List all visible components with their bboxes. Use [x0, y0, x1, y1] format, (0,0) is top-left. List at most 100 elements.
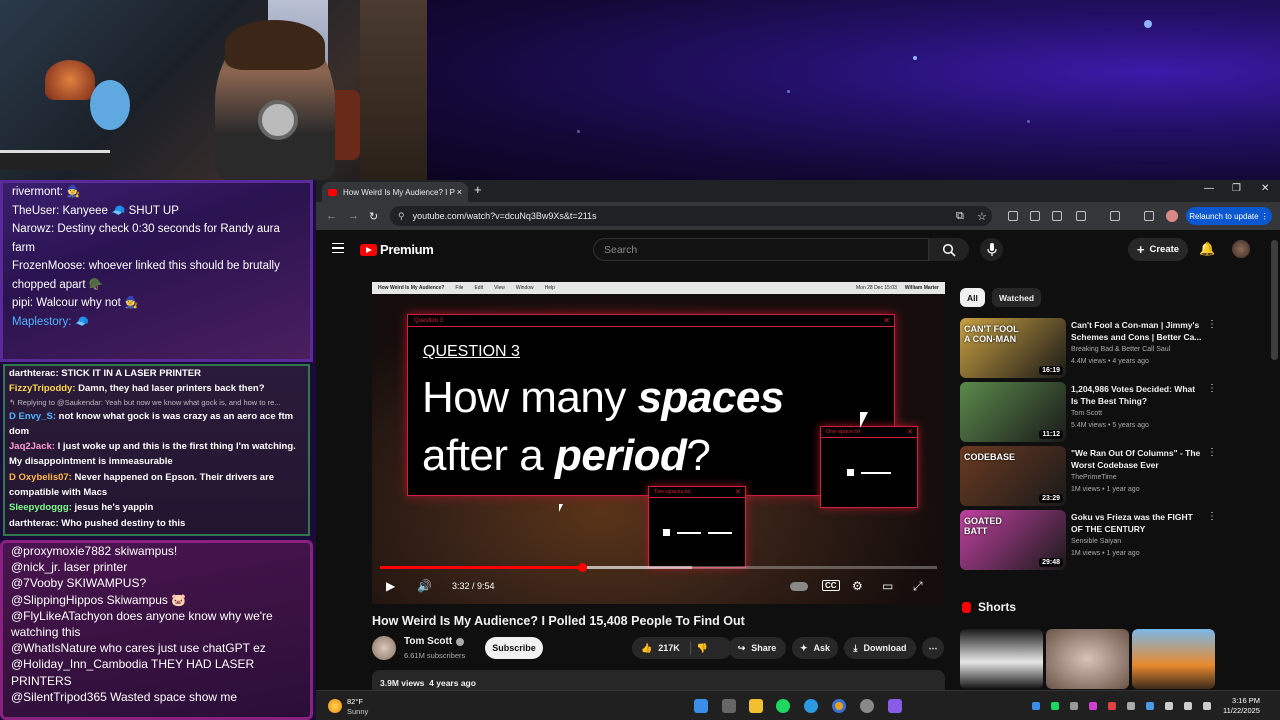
chrome-icon[interactable] — [832, 699, 846, 713]
notifications-bell-icon[interactable]: 🔔 — [1199, 241, 1215, 257]
weather-sun-icon[interactable] — [328, 699, 342, 713]
volume-tray-icon[interactable] — [1203, 702, 1211, 710]
wifi-icon[interactable] — [1184, 702, 1192, 710]
chip-watched[interactable]: Watched — [992, 288, 1042, 307]
ask-button[interactable]: ✦ Ask — [792, 637, 838, 659]
share-button[interactable]: ↪ Share — [728, 637, 786, 659]
chat-username[interactable]: Jaq2Jack: — [9, 441, 55, 452]
trash-icon[interactable] — [1030, 211, 1040, 221]
close-tab-icon[interactable]: × — [457, 187, 462, 197]
address-bar[interactable]: ⚲ youtube.com/watch?v=dcuNq3Bw9Xs&t=211s — [390, 206, 992, 226]
short-thumbnail[interactable] — [1132, 629, 1215, 689]
page-scrollbar[interactable] — [1271, 240, 1278, 360]
recommendation-title[interactable]: Can't Fool a Con-man | Jimmy's Schemes a… — [1071, 319, 1203, 343]
minimize-icon[interactable]: — — [1204, 183, 1214, 194]
tray-icon[interactable] — [1108, 702, 1116, 710]
recommendation-card[interactable]: GOATED BATT 29:48 Goku vs Frieza was the F… — [960, 510, 1218, 570]
tab-youtube[interactable]: How Weird Is My Audience? I P × — [322, 182, 468, 202]
recommendation-card[interactable]: CAN'T FOOL A CON-MAN 16:19 Can't Fool a Co… — [960, 318, 1218, 378]
tray-icon[interactable] — [1089, 702, 1097, 710]
chat-username[interactable]: D Envy_S: — [9, 411, 56, 422]
chat-username[interactable]: Maplestory: — [12, 316, 71, 328]
close-window-icon[interactable]: ✕ — [1261, 183, 1269, 194]
chat-username[interactable]: darthterac: — [9, 368, 59, 379]
install-icon[interactable]: ⧉ — [956, 210, 964, 223]
chat-username[interactable]: Sleepydoggg: — [9, 502, 72, 513]
start-icon[interactable] — [694, 699, 708, 713]
account-avatar[interactable] — [1232, 240, 1250, 258]
download-button[interactable]: ⤓ Download — [844, 637, 916, 659]
volume-icon[interactable]: 🔊 — [417, 579, 432, 593]
captions-icon[interactable]: CC — [822, 580, 840, 591]
tray-icon[interactable] — [1070, 702, 1078, 710]
recommendation-card[interactable]: 11:12 1,204,986 Votes Decided: What Is Th… — [960, 382, 1218, 442]
extension-icon[interactable] — [1052, 211, 1062, 221]
spotify-icon[interactable] — [776, 699, 790, 713]
clock[interactable]: 3:16 PM 11/22/2025 — [1223, 696, 1260, 716]
thumbs-up-icon[interactable]: 👍 — [641, 643, 652, 654]
more-options-icon[interactable]: ⋮ — [1207, 448, 1217, 458]
settings-gear-icon[interactable]: ⚙ — [852, 579, 863, 593]
chat-username[interactable]: D Oxybelis07: — [9, 472, 72, 483]
relaunch-button[interactable]: Relaunch to update ⋮ — [1186, 207, 1272, 225]
recommendation-title[interactable]: "We Ran Out Of Columns" - The Worst Code… — [1071, 447, 1203, 471]
search-button[interactable] — [929, 238, 969, 261]
video-player[interactable]: How Weird Is My Audience? File Edit View Win… — [372, 282, 945, 604]
chat-username[interactable]: @proxymoxie7882 — [11, 544, 111, 558]
tray-icon[interactable] — [1127, 702, 1135, 710]
profile-avatar[interactable] — [1166, 210, 1178, 222]
chat-username[interactable]: @FlyLikeATachyon — [11, 609, 113, 623]
maximize-icon[interactable]: ❐ — [1232, 183, 1241, 194]
more-options-icon[interactable]: ⋮ — [1207, 512, 1217, 522]
play-icon[interactable]: ▶ — [386, 579, 395, 593]
progress-bar[interactable] — [380, 563, 937, 572]
recommendation-title[interactable]: Goku vs Frieza was the FIGHT OF THE CENT… — [1071, 511, 1203, 535]
channel-avatar[interactable] — [372, 636, 396, 660]
tray-icon[interactable] — [1165, 702, 1173, 710]
more-options-icon[interactable]: ⋮ — [1207, 320, 1217, 330]
search-box[interactable] — [593, 238, 929, 261]
tray-icon[interactable] — [1032, 702, 1040, 710]
short-thumbnail[interactable] — [1046, 629, 1129, 689]
chat-username[interactable]: rivermont: — [12, 186, 63, 198]
tray-icon[interactable] — [1051, 702, 1059, 710]
chat-username[interactable]: @nick_jr. — [11, 560, 61, 574]
menu-icon[interactable] — [332, 243, 344, 253]
fullscreen-icon[interactable]: ⤢ — [913, 579, 923, 594]
subscribe-button[interactable]: Subscribe — [485, 637, 543, 659]
reading-list-icon[interactable] — [1144, 211, 1154, 221]
recommendation-channel[interactable]: Breaking Bad & Better Call Saul — [1071, 346, 1170, 353]
chat-username[interactable]: TheUser: — [12, 205, 59, 217]
back-icon[interactable]: ← — [326, 210, 337, 222]
split-view-icon[interactable] — [1110, 211, 1120, 221]
miniplayer-icon[interactable]: ▭ — [882, 579, 893, 593]
chat-username[interactable]: FizzyTripoddy: — [9, 383, 76, 394]
app-icon[interactable] — [888, 699, 902, 713]
recommendation-channel[interactable]: Sensible Saiyan — [1071, 538, 1121, 545]
extension-icon[interactable] — [1008, 211, 1018, 221]
search-input[interactable] — [604, 243, 928, 256]
autoplay-toggle[interactable] — [790, 582, 808, 591]
recommendation-channel[interactable]: Tom Scott — [1071, 410, 1102, 417]
chat-username[interactable]: @Holiday_Inn_Cambodia — [11, 657, 148, 671]
chat-username[interactable]: darthterac: — [9, 518, 59, 529]
youtube-logo[interactable]: Premium — [360, 242, 434, 257]
voice-search-button[interactable] — [980, 238, 1003, 261]
tray-icon[interactable] — [1146, 702, 1154, 710]
create-button[interactable]: + Create — [1128, 238, 1188, 261]
thumbs-down-icon[interactable]: 👎 — [697, 643, 708, 654]
obs-icon[interactable] — [860, 699, 874, 713]
edge-icon[interactable] — [804, 699, 818, 713]
reload-icon[interactable]: ↻ — [369, 210, 378, 223]
site-info-icon[interactable]: ⚲ — [398, 211, 405, 222]
recommendation-thumbnail[interactable]: 11:12 — [960, 382, 1066, 442]
short-thumbnail[interactable] — [960, 629, 1043, 689]
task-view-icon[interactable] — [722, 699, 736, 713]
like-count[interactable]: 217K — [658, 643, 680, 653]
file-explorer-icon[interactable] — [749, 699, 763, 713]
more-actions-icon[interactable]: ⋯ — [922, 637, 944, 659]
recommendation-thumbnail[interactable]: GOATED BATT 29:48 — [960, 510, 1066, 570]
puzzle-icon[interactable] — [1076, 211, 1086, 221]
chat-username[interactable]: @SlippingHippos — [11, 593, 103, 607]
recommendation-thumbnail[interactable]: CODEBASE 23:29 — [960, 446, 1066, 506]
